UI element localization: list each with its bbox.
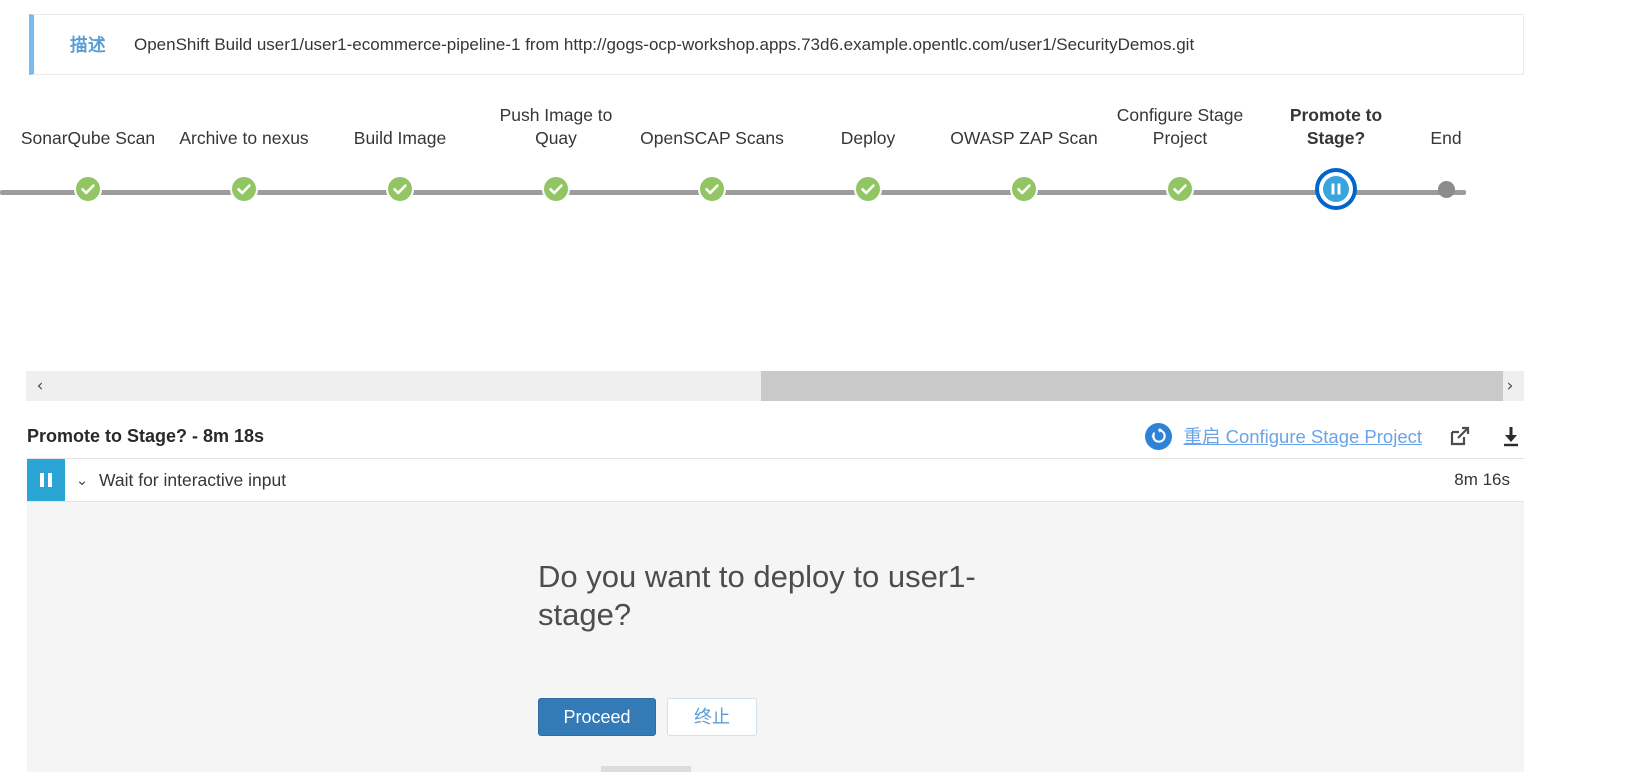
log-step-name: Wait for interactive input	[99, 469, 287, 490]
scrollbar-rail[interactable]	[54, 371, 1504, 401]
stage-node-success-icon[interactable]	[854, 175, 882, 203]
scrollbar-thumb[interactable]	[760, 371, 1504, 401]
pause-icon	[27, 459, 65, 501]
pipeline-stage-strip: SonarQube Scan Archive to nexus Build Imag…	[0, 104, 1524, 219]
pipeline-stage-6[interactable]: OWASP ZAP Scan	[949, 127, 1099, 150]
pipeline-stage-label: End	[1430, 128, 1462, 148]
scroll-left-arrow-icon[interactable]: ‹	[26, 371, 54, 401]
external-link-icon[interactable]	[1447, 423, 1473, 449]
partial-element-below	[601, 766, 691, 772]
pipeline-stage-label: SonarQube Scan	[20, 128, 156, 148]
stage-node-success-icon[interactable]	[74, 175, 102, 203]
log-step-row[interactable]: ⌄ Wait for interactive input 8m 16s	[27, 459, 1524, 502]
stage-node-success-icon[interactable]	[386, 175, 414, 203]
input-prompt-buttons: Proceed 终止	[538, 698, 757, 736]
pipeline-stage-label: Deploy	[840, 128, 896, 148]
download-icon[interactable]	[1498, 423, 1524, 449]
stage-node-success-icon[interactable]	[698, 175, 726, 203]
stage-result-actions: 重启 Configure Stage Project	[1145, 422, 1524, 450]
stage-log-panel: ⌄ Wait for interactive input 8m 16s Do y…	[27, 458, 1524, 772]
log-step-duration: 8m 16s	[1454, 470, 1510, 489]
stage-node-paused-icon[interactable]	[1323, 176, 1349, 202]
restart-stage-link[interactable]: 重启 Configure Stage Project	[1183, 423, 1422, 449]
description-label: 描述	[70, 35, 106, 55]
chevron-down-icon[interactable]: ⌄	[65, 471, 99, 489]
stage-result-header: Promote to Stage? - 8m 18s 重启 Configure …	[27, 419, 1524, 453]
pipeline-track-line	[0, 190, 1466, 195]
pipeline-stage-7[interactable]: Configure Stage Project	[1105, 104, 1255, 150]
pipeline-stage-label: Push Image to Quay	[499, 105, 613, 148]
stage-node-success-icon[interactable]	[542, 175, 570, 203]
interactive-input-body: Do you want to deploy to user1-stage? Pr…	[27, 502, 1524, 772]
pipeline-stage-label: OWASP ZAP Scan	[950, 128, 1098, 148]
pipeline-stage-label: Configure Stage Project	[1116, 105, 1244, 148]
description-text: OpenShift Build user1/user1-ecommerce-pi…	[134, 34, 1195, 54]
stage-node-success-icon[interactable]	[230, 175, 258, 203]
pipeline-stage-2[interactable]: Build Image	[325, 127, 475, 150]
pipeline-stage-3[interactable]: Push Image to Quay	[481, 104, 631, 150]
pipeline-stage-9[interactable]: End	[1371, 127, 1521, 150]
abort-button[interactable]: 终止	[667, 698, 757, 736]
stage-node-pending-icon[interactable]	[1438, 181, 1455, 198]
pipeline-stage-1[interactable]: Archive to nexus	[169, 127, 319, 150]
pipeline-stage-0[interactable]: SonarQube Scan	[13, 127, 163, 150]
stage-node-success-icon[interactable]	[1010, 175, 1038, 203]
pipeline-stage-4[interactable]: OpenSCAP Scans	[637, 127, 787, 150]
stage-node-success-icon[interactable]	[1166, 175, 1194, 203]
pipeline-stage-label: Archive to nexus	[179, 128, 309, 148]
pipeline-horizontal-scrollbar[interactable]: ‹ ›	[26, 371, 1524, 401]
pipeline-stage-markers	[0, 172, 1524, 212]
build-description-banner: 描述 OpenShift Build user1/user1-ecommerce…	[29, 14, 1524, 75]
stage-result-title: Promote to Stage? - 8m 18s	[27, 425, 265, 446]
restart-icon[interactable]	[1145, 422, 1173, 450]
pipeline-stage-label: OpenSCAP Scans	[640, 128, 784, 148]
pipeline-stage-label: Build Image	[353, 128, 447, 148]
proceed-button[interactable]: Proceed	[538, 698, 656, 736]
input-prompt-question: Do you want to deploy to user1-stage?	[538, 559, 976, 632]
pipeline-stage-5[interactable]: Deploy	[793, 127, 943, 150]
